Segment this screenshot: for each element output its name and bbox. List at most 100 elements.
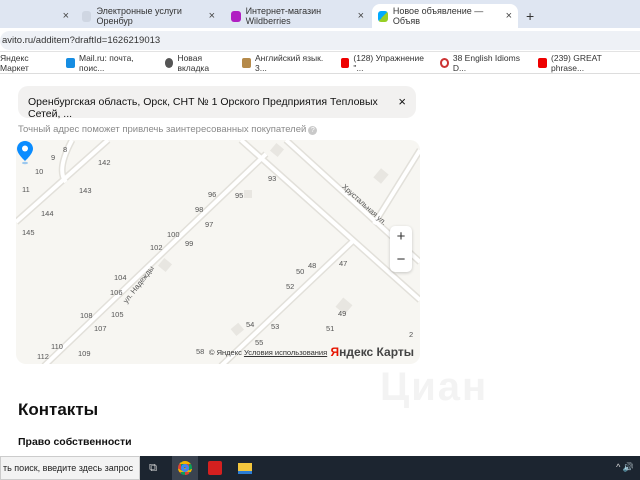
copyright-text: © Яндекс (209, 348, 242, 357)
tab-label: Интернет-магазин Wildberries (245, 6, 322, 26)
house-number: 99 (185, 239, 194, 248)
house-number: 55 (255, 338, 264, 347)
house-number: 10 (35, 167, 44, 176)
house-number: 95 (235, 191, 244, 200)
house-number: 109 (78, 349, 91, 358)
house-number: 100 (167, 230, 180, 239)
chrome-icon (164, 57, 174, 68)
house-number: 9 (51, 153, 56, 162)
house-number: 144 (41, 209, 54, 218)
help-icon[interactable]: ? (308, 126, 318, 135)
bookmark[interactable]: (239) GREAT phrase... (538, 53, 626, 73)
book-icon (242, 57, 251, 68)
house-number: 50 (296, 267, 305, 276)
address-input[interactable]: Оренбургская область, Орск, СНТ № 1 Орск… (18, 86, 416, 120)
task-view-icon[interactable]: ⧉ (140, 456, 166, 480)
tab-avito[interactable]: Новое объявление — Объяв × (372, 4, 518, 28)
file-explorer-icon[interactable] (232, 456, 258, 480)
house-number: 54 (246, 320, 255, 329)
new-tab-button[interactable]: + (520, 4, 540, 28)
mail-icon (66, 57, 75, 68)
house-number: 11 (22, 185, 30, 194)
bookmark[interactable]: Mail.ru: почта, поис... (66, 53, 150, 73)
taskbar-search[interactable]: ть поиск, введите здесь запрос (0, 456, 140, 480)
zoom-control: + − (390, 226, 412, 272)
bookmark[interactable]: Новая вкладка (164, 52, 229, 73)
bookmark[interactable]: Яндекс Маркет (0, 53, 52, 73)
house-number: 49 (338, 309, 347, 318)
house-number: 107 (94, 324, 107, 333)
house-number: 96 (208, 190, 217, 199)
url-input[interactable]: avito.ru/additem?draftId=1626219013 (0, 31, 640, 50)
house-number: 112 (37, 352, 49, 361)
hint-text: Точный адрес поможет привлечь заинтересо… (18, 124, 307, 135)
ownership-label: Право собственности (18, 436, 132, 448)
map-copyright: © Яндекс Условия использования (209, 348, 327, 357)
pdf-reader-icon[interactable] (202, 456, 228, 480)
close-tab-icon[interactable]: × (358, 10, 364, 22)
address-value: Оренбургская область, Орск, СНТ № 1 Орск… (28, 96, 378, 120)
house-number: 93 (268, 174, 277, 183)
house-number: 105 (111, 310, 124, 319)
wildberries-icon (231, 10, 241, 22)
house-number: 102 (150, 243, 163, 252)
bookmarks-bar: Яндекс Маркет Mail.ru: почта, поис... Но… (0, 52, 640, 74)
house-number: 52 (286, 282, 295, 291)
youtube-icon (340, 57, 350, 68)
tab-1[interactable]: × (0, 4, 75, 28)
bookmark[interactable]: 38 English Idioms D... (439, 52, 525, 73)
contacts-heading: Контакты (18, 400, 99, 419)
tab-bar: × Электронные услуги Оренбур × Интернет-м… (0, 0, 640, 28)
house-number: 97 (205, 220, 214, 229)
logo-letter: Я (330, 345, 340, 359)
house-number: 108 (80, 311, 93, 320)
house-number: 47 (339, 259, 348, 268)
address-bar: avito.ru/additem?draftId=1626219013 (0, 28, 640, 52)
clear-address-icon[interactable]: × (398, 94, 406, 109)
house-number: 51 (326, 324, 335, 333)
watermark: Циан (380, 365, 489, 409)
close-tab-icon[interactable]: × (506, 10, 512, 22)
zoom-in-button[interactable]: + (390, 226, 412, 249)
bookmark-label: Mail.ru: почта, поис... (79, 52, 134, 73)
bookmark-label: (239) GREAT phrase... (551, 52, 602, 73)
zoom-out-button[interactable]: − (390, 249, 412, 272)
tab-wildberries[interactable]: Интернет-магазин Wildberries × (225, 4, 370, 28)
location-pin-icon[interactable] (16, 140, 34, 166)
avito-icon (378, 10, 388, 22)
address-hint: Точный адрес поможет привлечь заинтересо… (18, 124, 318, 135)
bookmark-label: (128) Упражнение "... (353, 52, 424, 73)
bookmark-label: Новая вкладка (177, 52, 210, 73)
close-tab-icon[interactable]: × (209, 10, 215, 22)
system-tray[interactable]: ^ 🔊 (616, 462, 634, 473)
tab-label: Электронные услуги Оренбур (96, 6, 182, 26)
bookmark-label: 38 English Idioms D... (452, 52, 520, 73)
terms-link[interactable]: Условия использования (244, 348, 327, 357)
tab-gosuslugi[interactable]: Электронные услуги Оренбур × (76, 4, 221, 28)
bookmark-label: Английский язык. 3... (255, 52, 324, 73)
house-number: 145 (22, 228, 35, 237)
loading-icon (439, 57, 449, 68)
house-number: 142 (98, 158, 111, 167)
house-number: 48 (308, 261, 317, 270)
logo-text: ндекс Карты (339, 345, 414, 359)
chrome-taskbar-icon[interactable] (172, 456, 198, 480)
bookmark[interactable]: (128) Упражнение "... (340, 52, 426, 73)
house-number: 2 (409, 330, 414, 339)
house-number: 53 (271, 322, 280, 331)
house-number: 104 (114, 273, 127, 282)
house-number: 98 (195, 205, 204, 214)
house-number: 58 (196, 347, 205, 356)
house-number: 106 (110, 288, 123, 297)
taskbar: ть поиск, введите здесь запрос ⧉ ^ 🔊 (0, 456, 640, 480)
gosuslugi-icon (82, 10, 92, 22)
house-number: 8 (63, 145, 68, 154)
close-tab-icon[interactable]: × (63, 10, 69, 22)
map[interactable]: 8 9 10 11 142 143 144 145 96 95 93 98 97… (16, 140, 420, 364)
bookmark-label: Яндекс Маркет (0, 52, 29, 73)
yandex-maps-logo[interactable]: Яндекс Карты (331, 345, 414, 359)
map-roads (16, 140, 420, 364)
youtube-icon (538, 57, 548, 68)
bookmark[interactable]: Английский язык. 3... (242, 53, 326, 73)
house-number: 143 (79, 186, 92, 195)
